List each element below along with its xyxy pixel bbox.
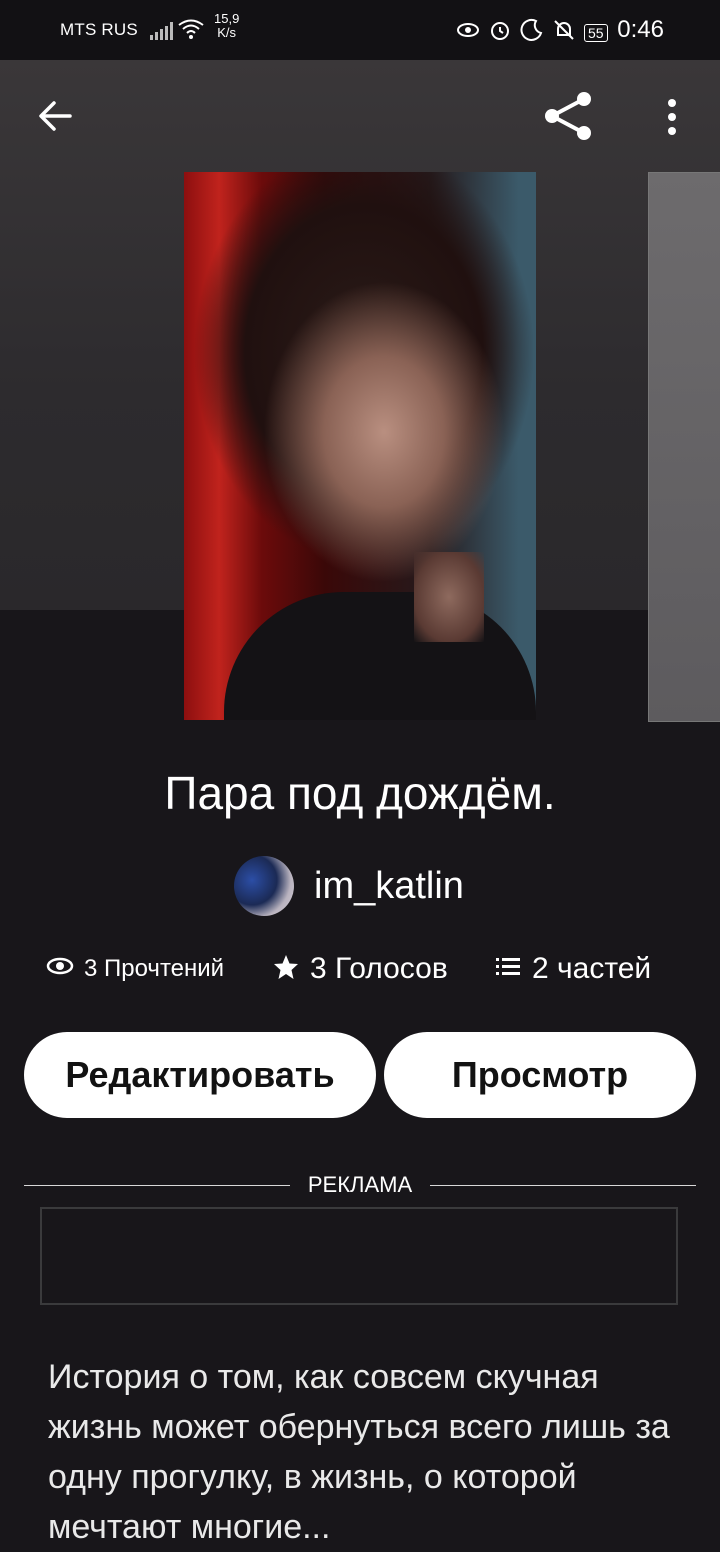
story-title: Пара под дождём.	[164, 767, 556, 819]
story-stats: 3 Прочтений 3 Голосов 2 частей	[46, 952, 686, 1000]
list-icon	[494, 953, 522, 986]
share-icon	[540, 92, 596, 146]
signal-icon	[150, 22, 174, 45]
avatar	[234, 856, 294, 916]
story-cover-image[interactable]	[184, 172, 536, 720]
back-button[interactable]	[36, 96, 76, 136]
ad-divider: РЕКЛАМА	[24, 1170, 696, 1200]
story-description: История о том, как совсем скучная жизнь …	[48, 1358, 670, 1546]
next-story-cover[interactable]	[648, 172, 720, 722]
author-link[interactable]: im_katlin	[234, 856, 464, 916]
edit-button[interactable]: Редактировать	[24, 1032, 376, 1118]
clock: 0:46	[617, 16, 664, 43]
ad-label: РЕКЛАМА	[307, 1172, 413, 1197]
arrow-left-icon	[36, 101, 76, 140]
parts-stat: 2 частей	[494, 952, 651, 986]
status-bar: MTS RUS 15,9 K/s 55 0:46	[0, 0, 720, 60]
ad-slot[interactable]	[40, 1207, 678, 1305]
more-options-button[interactable]	[660, 98, 684, 138]
eye-icon	[46, 952, 74, 985]
wifi-icon	[178, 18, 204, 45]
more-vertical-icon	[660, 99, 684, 142]
share-button[interactable]	[540, 90, 596, 142]
preview-button[interactable]: Просмотр	[384, 1032, 696, 1118]
votes-stat: 3 Голосов	[272, 952, 448, 986]
network-speed: 15,9 K/s	[214, 11, 240, 40]
do-not-disturb-icon	[520, 18, 544, 47]
star-icon	[272, 953, 300, 986]
votes-count: 3 Голосов	[310, 952, 448, 985]
silent-icon	[552, 18, 576, 47]
parts-count: 2 частей	[532, 952, 652, 985]
battery-indicator: 55	[584, 23, 608, 42]
reads-count: 3 Прочтений	[84, 954, 225, 982]
carrier-name: MTS RUS	[60, 20, 138, 39]
alarm-icon	[488, 18, 512, 47]
author-name: im_katlin	[314, 864, 464, 907]
reads-stat: 3 Прочтений	[46, 952, 224, 985]
eye-comfort-icon	[456, 18, 480, 47]
